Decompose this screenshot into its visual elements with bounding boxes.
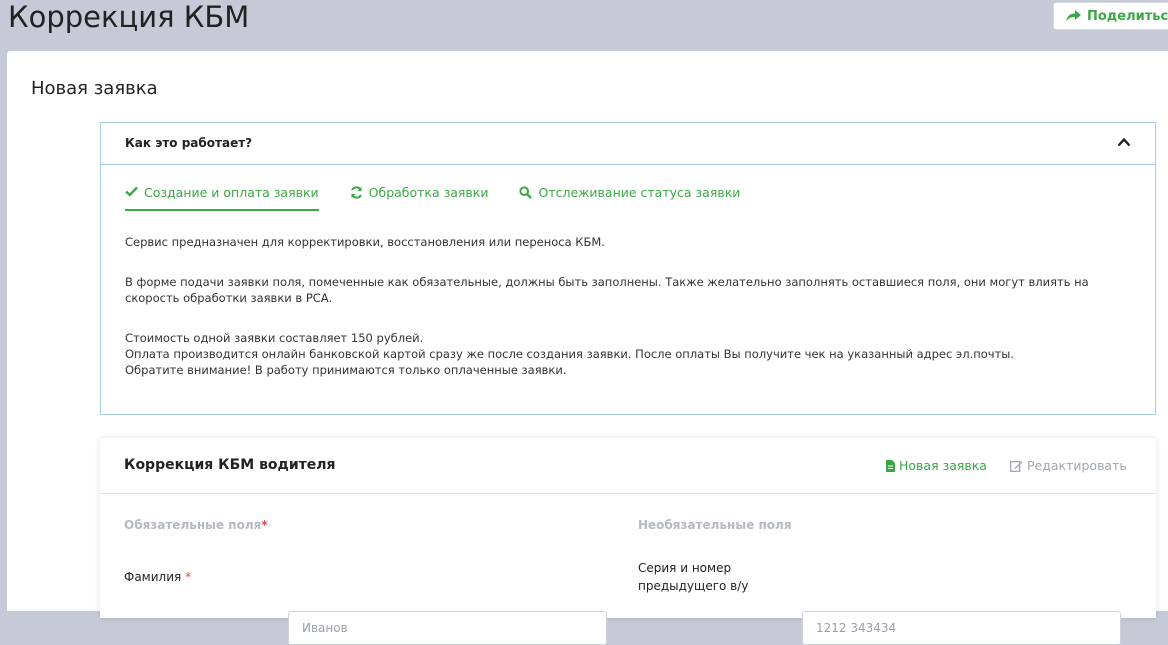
tab-processing[interactable]: Обработка заявки — [350, 185, 489, 209]
page-title: Коррекция КБМ — [8, 0, 250, 34]
required-mark: * — [185, 570, 192, 584]
surname-label: Фамилия * — [124, 570, 192, 584]
tab-create-and-pay[interactable]: Создание и оплата заявки — [125, 185, 319, 211]
info-paragraph: В форме подачи заявки поля, помеченные к… — [125, 275, 1089, 305]
required-mark: * — [261, 518, 268, 532]
refresh-icon — [350, 186, 362, 199]
prev-license-label: Серия и номер предыдущего в/у — [638, 561, 749, 593]
accordion-header[interactable]: Как это работает? — [101, 123, 1155, 165]
accordion-title: Как это работает? — [125, 136, 253, 150]
check-icon — [125, 186, 138, 197]
kbm-correction-form: Коррекция КБМ водителя Новая заявка Реда… — [100, 438, 1156, 645]
info-paragraph: Сервис предназначен для корректировки, в… — [125, 235, 605, 249]
share-button[interactable]: Поделиться — [1053, 2, 1168, 30]
accordion-body: Сервис предназначен для корректировки, в… — [125, 234, 1125, 378]
form-title: Коррекция КБМ водителя — [124, 457, 336, 473]
search-icon — [519, 186, 533, 199]
tab-label: Создание и оплата заявки — [144, 185, 319, 200]
chevron-up-icon[interactable] — [1117, 137, 1131, 147]
share-label: Поделиться — [1087, 8, 1168, 24]
edit-button[interactable]: Редактировать — [1010, 458, 1127, 473]
share-icon — [1066, 10, 1081, 22]
form-header: Коррекция КБМ водителя Новая заявка Реда… — [100, 438, 1156, 494]
info-paragraph: Стоимость одной заявки составляет 150 ру… — [125, 330, 1125, 378]
tab-status-tracking[interactable]: Отслеживание статуса заявки — [519, 185, 740, 209]
how-it-works-accordion: Как это работает? Создание и оплата заяв… — [100, 122, 1156, 415]
required-section-label: Обязательные поля* — [124, 518, 268, 532]
new-request-button[interactable]: Новая заявка — [886, 458, 987, 473]
file-icon — [886, 459, 895, 472]
prev-license-input[interactable] — [802, 611, 1121, 645]
edit-icon — [1010, 460, 1023, 472]
new-request-label: Новая заявка — [899, 458, 987, 473]
tab-label: Отслеживание статуса заявки — [538, 185, 741, 200]
accordion-tabs: Создание и оплата заявки Обработка заявк… — [125, 185, 771, 211]
price-line: Стоимость одной заявки составляет 150 ру… — [125, 331, 424, 345]
notice-line: Обратите внимание! В работу принимаются … — [125, 363, 567, 377]
optional-section-label: Необязательные поля — [638, 518, 792, 532]
payment-line: Оплата производится онлайн банковской ка… — [125, 347, 1015, 361]
main-panel: Новая заявка Как это работает? Создание … — [7, 51, 1168, 645]
tab-label: Обработка заявки — [368, 185, 489, 200]
surname-input[interactable] — [288, 611, 607, 645]
panel-title: Новая заявка — [31, 78, 158, 99]
edit-label: Редактировать — [1027, 458, 1127, 473]
